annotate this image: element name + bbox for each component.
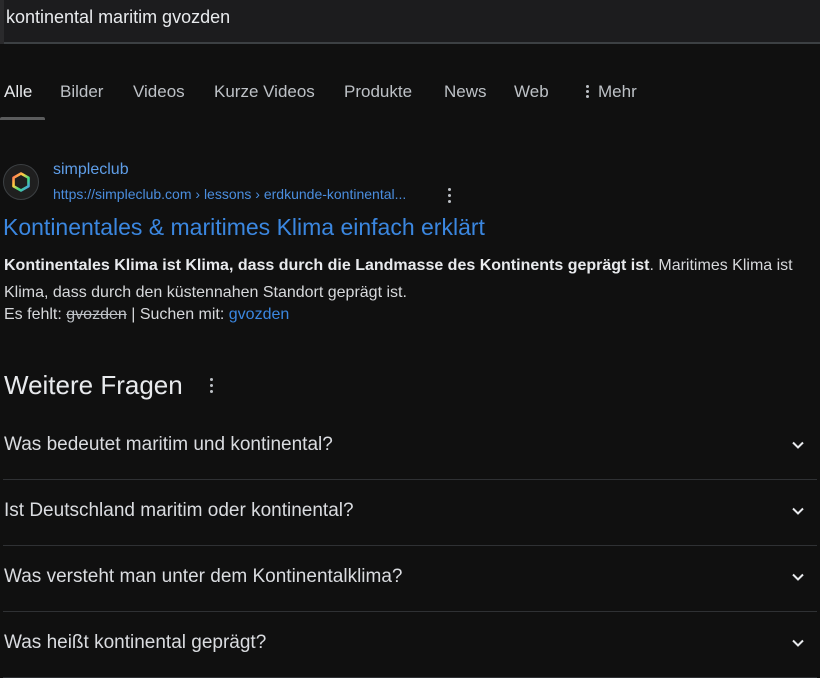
search-with-label: | Suchen mit: — [131, 306, 225, 323]
paa-options-icon[interactable] — [209, 378, 214, 394]
paa-question-text: Was bedeutet maritim und kontinental? — [4, 434, 333, 455]
tab-produkte[interactable]: Produkte — [344, 82, 412, 102]
tab-mehr[interactable]: Mehr — [586, 82, 637, 102]
kebab-vertical-icon — [586, 84, 590, 98]
paa-list: Was bedeutet maritim und kontinental? Is… — [3, 414, 817, 678]
result-title-link[interactable]: Kontinentales & maritimes Klima einfach … — [3, 214, 485, 241]
snippet-highlight: Kontinentales Klima ist Klima, dass durc… — [4, 257, 650, 274]
site-name[interactable]: simpleclub — [53, 161, 129, 179]
search-input[interactable] — [3, 0, 789, 34]
paa-question[interactable]: Was versteht man unter dem Kontinentalkl… — [3, 546, 817, 612]
missing-term: gvozden — [66, 306, 127, 323]
paa-question-text: Ist Deutschland maritim oder kontinental… — [4, 500, 354, 521]
tab-alle[interactable]: Alle — [4, 82, 32, 102]
search-tabs: Alle Bilder Videos Kurze Videos Produkte… — [0, 74, 820, 122]
search-bar — [0, 0, 820, 44]
chevron-down-icon — [792, 573, 804, 581]
result-options-icon[interactable] — [448, 188, 452, 204]
paa-title: Weitere Fragen — [4, 370, 183, 400]
tab-videos[interactable]: Videos — [133, 82, 185, 102]
tab-web[interactable]: Web — [514, 82, 549, 102]
paa-question[interactable]: Was bedeutet maritim und kontinental? — [3, 414, 817, 480]
tab-mehr-label: Mehr — [598, 82, 637, 101]
chevron-down-icon — [792, 507, 804, 515]
missing-label: Es fehlt: — [4, 306, 62, 323]
tab-kurze-videos[interactable]: Kurze Videos — [214, 82, 315, 102]
tab-news[interactable]: News — [444, 82, 487, 102]
site-url[interactable]: https://simpleclub.com › lessons › erdku… — [53, 186, 406, 202]
paa-header: Weitere Fragen — [4, 370, 213, 401]
missing-terms: Es fehlt: gvozden | Suchen mit: gvozden — [4, 306, 289, 324]
paa-question[interactable]: Was heißt kontinental geprägt? — [3, 612, 817, 678]
tab-bilder[interactable]: Bilder — [60, 82, 103, 102]
active-tab-indicator — [0, 117, 45, 120]
paa-question[interactable]: Ist Deutschland maritim oder kontinental… — [3, 480, 817, 546]
paa-question-text: Was heißt kontinental geprägt? — [4, 632, 267, 653]
chevron-down-icon — [792, 441, 804, 449]
simpleclub-logo-icon[interactable] — [3, 164, 39, 200]
paa-question-text: Was versteht man unter dem Kontinentalkl… — [4, 566, 403, 587]
search-with-link[interactable]: gvozden — [229, 306, 290, 323]
chevron-down-icon — [792, 639, 804, 647]
result-snippet: Kontinentales Klima ist Klima, dass durc… — [4, 252, 814, 306]
